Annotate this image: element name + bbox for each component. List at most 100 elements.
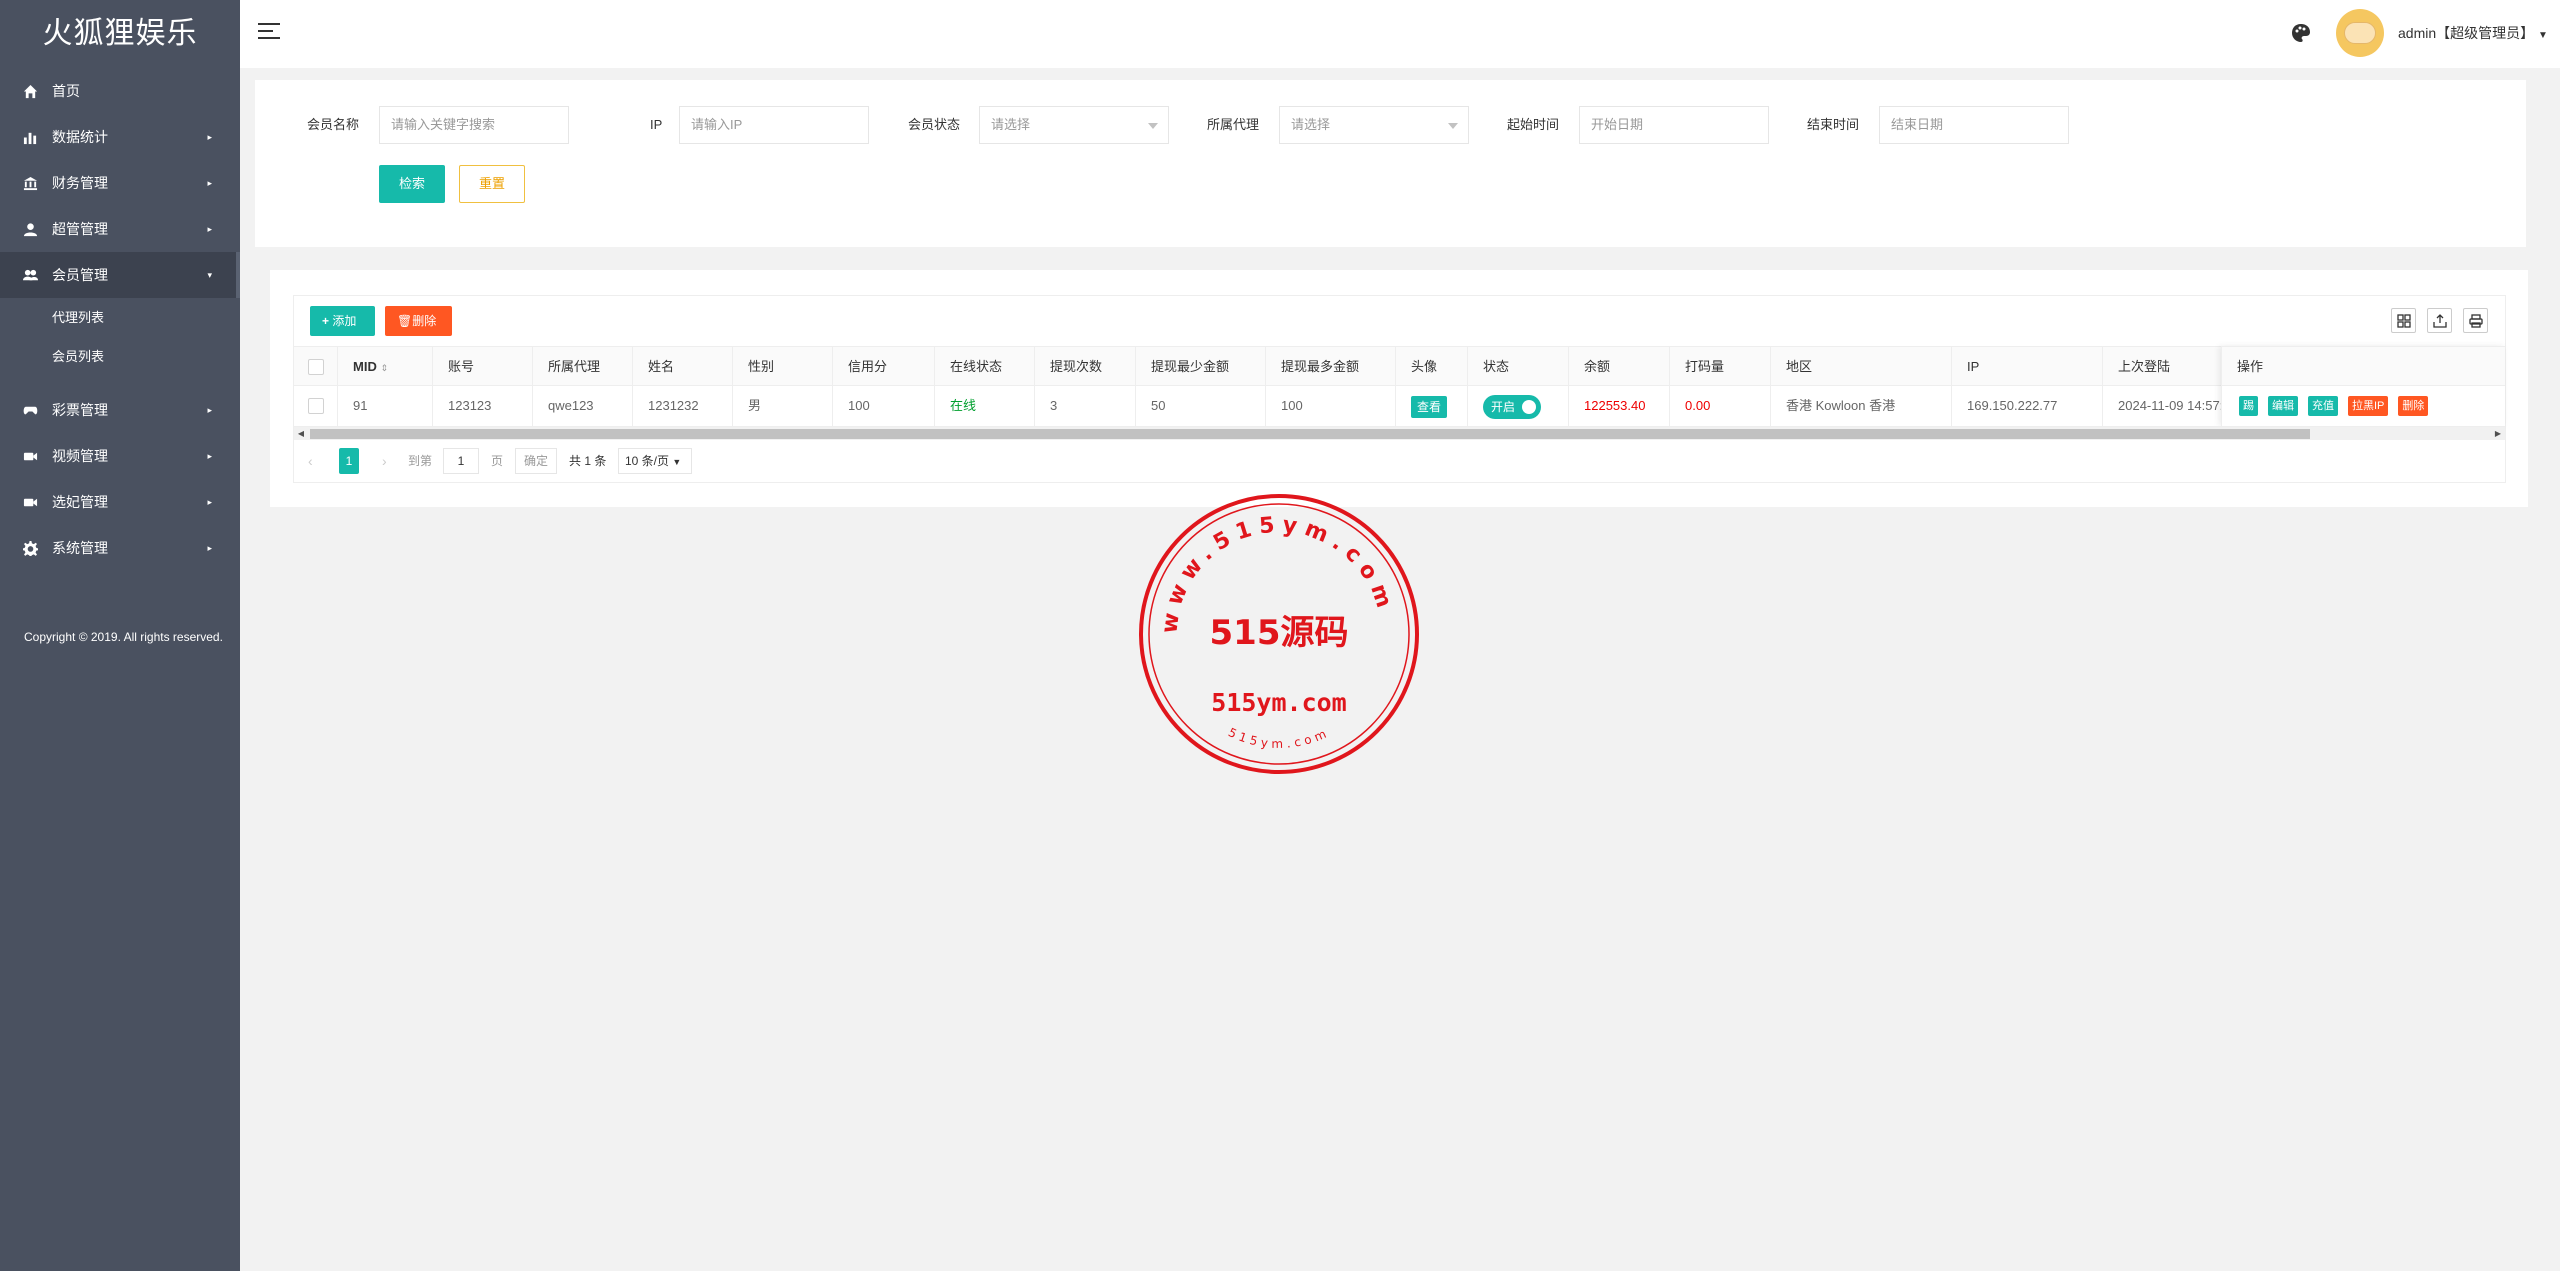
gear-icon [22, 525, 38, 571]
goto-page-input[interactable]: 1 [443, 448, 479, 474]
operation-column: 操作 踢 编辑 充值 拉黑IP 删除 [2221, 346, 2505, 426]
column-header: 地区 [1771, 347, 1952, 387]
export-icon[interactable] [2427, 308, 2452, 333]
caret-down-icon [1148, 123, 1158, 129]
scrollbar-thumb[interactable] [310, 429, 2310, 439]
user-icon [22, 206, 38, 252]
column-header: 提现最少金额 [1136, 347, 1266, 387]
users-icon [22, 252, 38, 298]
avatar[interactable] [2336, 9, 2384, 57]
end-time-label: 结束时间 [1807, 117, 1860, 132]
recharge-button[interactable]: 充值 [2308, 396, 2338, 416]
top-header: admin【超级管理员】 ▼ [240, 0, 2560, 68]
block-ip-button[interactable]: 拉黑IP [2348, 396, 2389, 416]
chevron-right-icon: ▸ [207, 178, 212, 188]
cell-withdraw-max: 100 [1266, 386, 1396, 426]
video-icon [22, 479, 38, 525]
edit-button[interactable]: 编辑 [2268, 396, 2298, 416]
sidebar-subitem-agent-list[interactable]: 代理列表 [0, 298, 240, 337]
page-current[interactable]: 1 [339, 448, 359, 474]
sidebar-item-members[interactable]: 会员管理 ▾ [0, 252, 240, 298]
agent-value: 请选择 [1291, 117, 1331, 132]
sidebar-subitem-member-list[interactable]: 会员列表 [0, 337, 240, 376]
column-header: 提现最多金额 [1266, 347, 1396, 387]
trash-icon: 🗑 [397, 314, 413, 328]
cell-withdraw-min: 50 [1136, 386, 1266, 426]
sidebar-item-label: 首页 [52, 83, 80, 99]
cell-ip: 169.150.222.77 [1952, 386, 2103, 426]
chevron-right-icon: ▸ [207, 405, 212, 415]
sidebar-item-selection[interactable]: 选妃管理 ▸ [0, 479, 240, 525]
menu-toggle-icon[interactable] [258, 23, 280, 41]
member-name-input[interactable]: 请输入关键字搜索 [379, 106, 569, 144]
prev-page-icon[interactable]: ‹ [308, 448, 313, 474]
status-toggle[interactable]: 开启 [1483, 394, 1541, 419]
sidebar-item-label: 彩票管理 [52, 402, 108, 418]
column-header: 状态 [1468, 347, 1569, 387]
copyright-text: Copyright © 2019. All rights reserved. [24, 630, 223, 644]
ip-input[interactable]: 请输入IP [679, 106, 869, 144]
column-header: 性别 [733, 347, 833, 387]
goto-confirm-button[interactable]: 确定 [515, 448, 557, 474]
caret-down-icon: ▼ [672, 457, 682, 467]
table-header: MID ⇕ 账号 所属代理 姓名 性别 信用分 在线状态 提现次数 提现最少金额… [294, 346, 2505, 387]
column-header-mid[interactable]: MID ⇕ [338, 347, 433, 387]
column-header: 头像 [1396, 347, 1468, 387]
pagination: ‹ 1 › 到第 1 页 确定 共 1 条 10 条/页 ▼ [294, 440, 2505, 483]
select-all-checkbox[interactable] [294, 347, 338, 387]
home-icon [22, 68, 38, 114]
cell-status: 开启 [1468, 386, 1569, 426]
sidebar-item-label: 视频管理 [52, 448, 108, 464]
horizontal-scrollbar[interactable]: ◀ ▶ [294, 426, 2505, 440]
sidebar-item-label: 系统管理 [52, 540, 108, 556]
column-header: 所属代理 [533, 347, 633, 387]
sidebar-item-super-admin[interactable]: 超管管理 ▸ [0, 206, 240, 252]
member-name-label: 会员名称 [307, 117, 360, 132]
agent-select[interactable]: 请选择 [1279, 106, 1469, 144]
scroll-left-icon[interactable]: ◀ [294, 427, 308, 440]
cell-withdraw-count: 3 [1035, 386, 1136, 426]
sort-icon: ⇕ [380, 363, 389, 373]
column-header: 姓名 [633, 347, 733, 387]
sidebar-item-system[interactable]: 系统管理 ▸ [0, 525, 240, 571]
delete-row-button[interactable]: 删除 [2398, 396, 2429, 416]
sidebar-item-label: 超管管理 [52, 221, 108, 237]
table-row[interactable]: 91 123123 qwe123 1231232 男 100 在线 3 50 1… [294, 386, 2505, 426]
user-menu[interactable]: admin【超级管理员】 ▼ [2398, 23, 2548, 43]
cell-code-amount: 0.00 [1670, 386, 1771, 426]
chevron-right-icon: ▸ [207, 497, 212, 507]
palette-icon[interactable] [2291, 23, 2311, 43]
sidebar-item-home[interactable]: 首页 [0, 68, 240, 114]
sidebar-item-finance[interactable]: 财务管理 ▸ [0, 160, 240, 206]
column-header: 信用分 [833, 347, 935, 387]
next-page-icon[interactable]: › [382, 448, 387, 474]
scroll-right-icon[interactable]: ▶ [2491, 427, 2505, 440]
cell-agent: qwe123 [533, 386, 633, 426]
page-size-value: 10 条/页 [625, 454, 670, 468]
sidebar-item-statistics[interactable]: 数据统计 ▸ [0, 114, 240, 160]
cell-gender: 男 [733, 386, 833, 426]
chevron-right-icon: ▸ [207, 543, 212, 553]
view-avatar-button[interactable]: 查看 [1411, 395, 1448, 418]
kick-button[interactable]: 踢 [2239, 396, 2258, 416]
search-button[interactable]: 检索 [379, 165, 445, 203]
column-header: 在线状态 [935, 347, 1035, 387]
row-checkbox[interactable] [294, 386, 338, 426]
column-header: 账号 [433, 347, 533, 387]
delete-button[interactable]: 🗑删除 [385, 306, 452, 336]
member-status-select[interactable]: 请选择 [979, 106, 1169, 144]
start-date-input[interactable]: 开始日期 [1579, 106, 1769, 144]
sidebar-item-video[interactable]: 视频管理 ▸ [0, 433, 240, 479]
stamp-url-text: 515ym.com [1211, 688, 1346, 717]
gamepad-icon [22, 387, 38, 433]
user-name-label: admin【超级管理员】 [2398, 25, 2535, 41]
sidebar-item-lottery[interactable]: 彩票管理 ▸ [0, 387, 240, 433]
column-header: 打码量 [1670, 347, 1771, 387]
reset-button[interactable]: 重置 [459, 165, 525, 203]
chevron-down-icon: ▾ [207, 270, 212, 280]
page-size-select[interactable]: 10 条/页 ▼ [618, 448, 692, 474]
end-date-input[interactable]: 结束日期 [1879, 106, 2069, 144]
columns-filter-icon[interactable] [2391, 308, 2416, 333]
add-button[interactable]: + 添加 [310, 306, 375, 336]
print-icon[interactable] [2463, 308, 2488, 333]
